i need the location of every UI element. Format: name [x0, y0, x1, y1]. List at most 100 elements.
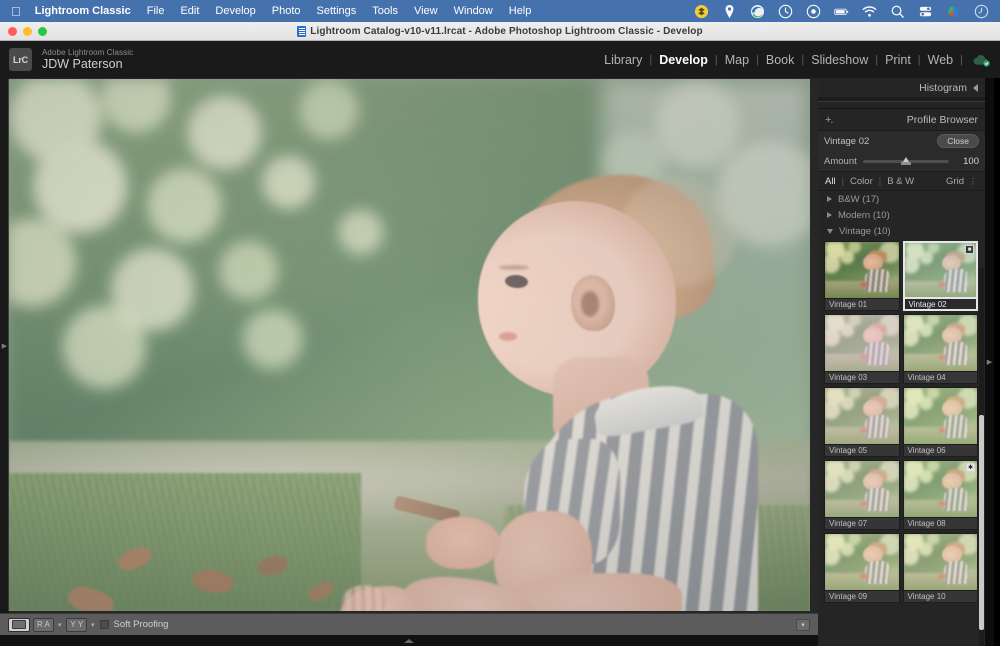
selected-badge-icon[interactable]: ■	[965, 245, 974, 254]
cloud-sync-icon[interactable]	[972, 53, 991, 67]
before-after-yy-caret-icon[interactable]: ▾	[91, 621, 95, 629]
identity-plate[interactable]: Adobe Lightroom Classic JDW Paterson	[42, 48, 133, 72]
histogram-spacer	[818, 102, 985, 109]
right-panel-toggle[interactable]: ▶	[985, 78, 994, 646]
record-icon[interactable]	[806, 4, 821, 19]
app-header: LrC Adobe Lightroom Classic JDW Paterson…	[0, 41, 1000, 78]
preset-label: Vintage 03	[824, 372, 900, 384]
preset-card-vintage-10[interactable]: Vintage 10	[902, 533, 978, 603]
loupe-view-button[interactable]	[8, 617, 30, 632]
dropbox-icon[interactable]	[694, 4, 709, 19]
preset-card-vintage-07[interactable]: Vintage 07	[824, 460, 900, 530]
more-options-icon[interactable]: ⋮	[969, 177, 978, 186]
display-color-icon[interactable]	[946, 4, 961, 19]
triangle-left-icon[interactable]	[973, 83, 978, 92]
preset-group-label: B&W (17)	[838, 193, 880, 205]
menu-item-edit[interactable]: Edit	[180, 5, 199, 17]
edge-browser-icon[interactable]	[750, 4, 765, 19]
preset-card-vintage-04[interactable]: Vintage 04	[902, 314, 978, 384]
module-print[interactable]: Print	[878, 53, 918, 67]
preset-thumbnail[interactable]	[824, 314, 900, 372]
filter-separator: |	[878, 175, 882, 187]
histogram-header[interactable]: Histogram	[818, 78, 985, 98]
amount-slider[interactable]	[862, 155, 949, 167]
menu-item-window[interactable]: Window	[454, 5, 493, 17]
window-title-bar: Lightroom Catalog-v10-v11.lrcat - Adobe …	[0, 22, 1000, 41]
control-center-icon[interactable]	[918, 4, 933, 19]
preset-card-vintage-03[interactable]: Vintage 03	[824, 314, 900, 384]
before-after-button[interactable]: R A	[33, 617, 54, 632]
preset-card-vintage-02[interactable]: ■ Vintage 02	[902, 241, 978, 311]
filter-color[interactable]: Color	[850, 176, 873, 187]
preset-thumbnail[interactable]	[824, 241, 900, 299]
preset-card-vintage-05[interactable]: Vintage 05	[824, 387, 900, 457]
preset-label: Vintage 06	[902, 445, 978, 457]
lightroom-logo-icon: LrC	[9, 48, 32, 71]
favorite-star-icon[interactable]: ✱	[966, 463, 975, 472]
photo-baby-brow	[499, 265, 529, 270]
preset-group-modern[interactable]: Modern (10)	[818, 207, 985, 223]
preset-label: Vintage 08	[902, 518, 978, 530]
menu-item-view[interactable]: View	[414, 5, 438, 17]
module-separator: |	[960, 53, 963, 66]
preset-card-vintage-08[interactable]: ✱ Vintage 08	[902, 460, 978, 530]
toolbar-overflow-button[interactable]: ▾	[796, 618, 810, 631]
before-after-yy-button[interactable]: Y Y	[66, 617, 88, 632]
menu-item-file[interactable]: File	[147, 5, 165, 17]
preset-card-vintage-06[interactable]: Vintage 06	[902, 387, 978, 457]
histogram-label: Histogram	[919, 81, 967, 94]
preset-thumbnail[interactable]: ✱	[902, 460, 978, 518]
module-library[interactable]: Library	[597, 53, 649, 67]
battery-icon[interactable]	[834, 4, 849, 19]
module-book[interactable]: Book	[759, 53, 802, 67]
preset-card-vintage-09[interactable]: Vintage 09	[824, 533, 900, 603]
apple-icon[interactable]: 	[11, 5, 21, 18]
left-panel-toggle[interactable]: ▶	[0, 78, 9, 613]
module-map[interactable]: Map	[718, 53, 756, 67]
location-icon[interactable]	[722, 4, 737, 19]
amount-value[interactable]: 100	[955, 156, 979, 167]
preset-card-vintage-01[interactable]: Vintage 01	[824, 241, 900, 311]
preset-group-vintage[interactable]: Vintage (10)	[818, 223, 985, 239]
preset-preview-image	[825, 315, 899, 371]
clock-icon[interactable]	[974, 4, 989, 19]
soft-proofing-checkbox[interactable]	[99, 620, 109, 629]
triangle-down-icon	[827, 228, 833, 234]
before-after-caret-icon[interactable]: ▾	[58, 621, 62, 629]
preset-thumbnail[interactable]	[902, 533, 978, 591]
menu-item-develop[interactable]: Develop	[215, 5, 255, 17]
profile-preset-grid: Vintage 01 ■ Vintage 02 Vintage 03 Vinta…	[818, 239, 985, 603]
time-machine-icon[interactable]	[778, 4, 793, 19]
view-mode-label[interactable]: Grid	[946, 176, 964, 187]
soft-proofing-label[interactable]: Soft Proofing	[114, 619, 169, 630]
menu-item-settings[interactable]: Settings	[317, 5, 357, 17]
panel-expand-right-icon: ▶	[986, 359, 993, 366]
preset-thumbnail[interactable]: ■	[902, 241, 978, 299]
filter-all[interactable]: All	[825, 176, 836, 187]
close-profile-browser-button[interactable]: Close	[937, 134, 979, 148]
menu-item-photo[interactable]: Photo	[272, 5, 301, 17]
search-icon[interactable]	[890, 4, 905, 19]
module-develop[interactable]: Develop	[652, 53, 715, 67]
develop-photo-preview[interactable]	[8, 79, 810, 611]
wifi-icon[interactable]	[862, 4, 877, 19]
menu-item-help[interactable]: Help	[509, 5, 532, 17]
preset-thumbnail[interactable]	[902, 314, 978, 372]
menu-app-name[interactable]: Lightroom Classic	[35, 5, 131, 17]
right-panel-scrollbar-thumb[interactable]	[979, 415, 984, 630]
preset-label: Vintage 02	[902, 299, 978, 311]
profile-browser-header[interactable]: +. Profile Browser	[818, 109, 985, 131]
module-slideshow[interactable]: Slideshow	[804, 53, 875, 67]
filmstrip-toggle-bar[interactable]	[0, 635, 818, 646]
module-web[interactable]: Web	[921, 53, 960, 67]
develop-toolbar: R A ▾ Y Y ▾ Soft Proofing ▾	[0, 613, 818, 635]
preset-thumbnail[interactable]	[902, 387, 978, 445]
preset-thumbnail[interactable]	[824, 460, 900, 518]
menu-item-tools[interactable]: Tools	[372, 5, 398, 17]
preset-thumbnail[interactable]	[824, 387, 900, 445]
preset-group-bw[interactable]: B&W (17)	[818, 191, 985, 207]
filter-bw[interactable]: B & W	[887, 176, 914, 187]
add-profile-icon[interactable]: +.	[825, 114, 834, 126]
photo-grass-left	[8, 472, 361, 611]
preset-thumbnail[interactable]	[824, 533, 900, 591]
